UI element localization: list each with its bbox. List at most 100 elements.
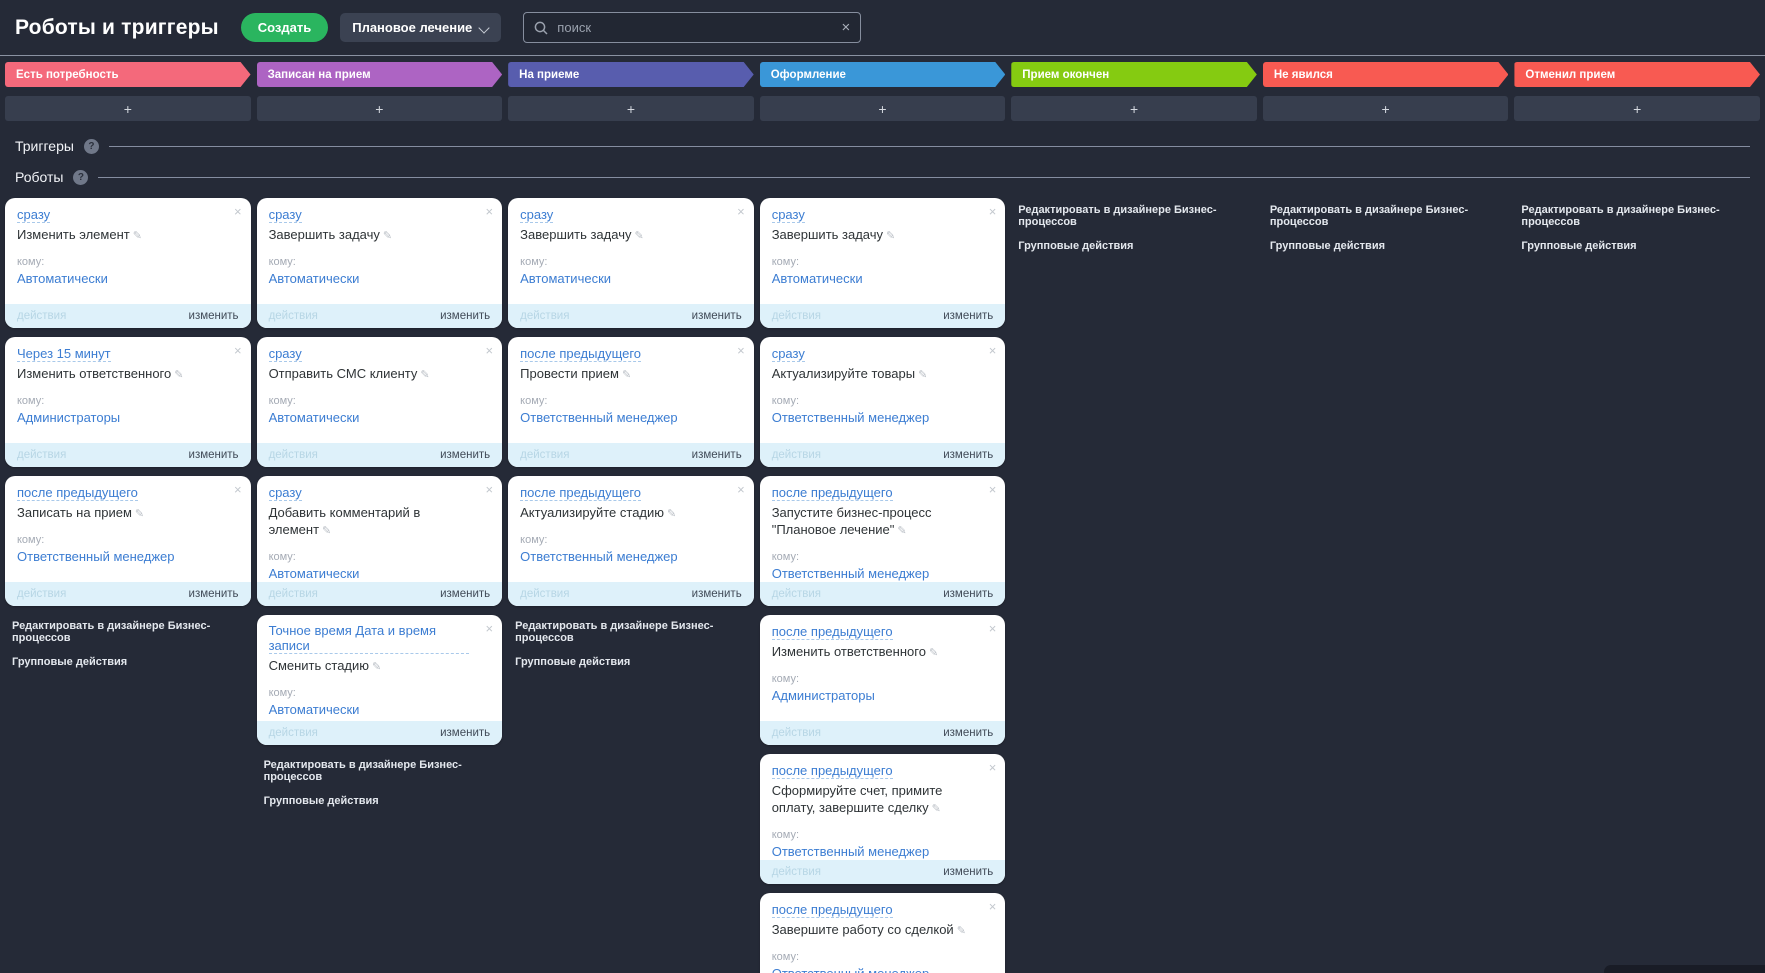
robot-trigger-link[interactable]: после предыдущего [771,624,893,640]
robot-actions-link[interactable]: действия [772,866,821,878]
pencil-icon[interactable]: ✎ [133,230,142,242]
robot-trigger-link[interactable]: сразу [268,207,302,223]
robot-recipient-link[interactable]: Автоматически [772,271,863,286]
robot-trigger-link[interactable]: Через 15 минут [17,346,111,362]
robot-recipient-link[interactable]: Администраторы [772,688,875,703]
search-input[interactable] [557,20,833,35]
robot-edit-link[interactable]: изменить [189,310,239,322]
robot-recipient-link[interactable]: Ответственный менеджер [772,566,930,581]
robot-recipient-link[interactable]: Ответственный менеджер [17,549,175,564]
robot-trigger-link[interactable]: после предыдущего [771,763,893,779]
close-icon[interactable]: × [486,483,494,496]
pencil-icon[interactable]: ✎ [929,647,938,659]
pencil-icon[interactable]: ✎ [886,230,895,242]
pencil-icon[interactable]: ✎ [372,661,381,673]
robot-trigger-link[interactable]: сразу [771,207,805,223]
pencil-icon[interactable]: ✎ [383,230,392,242]
robot-trigger-link[interactable]: сразу [520,207,554,223]
pencil-icon[interactable]: ✎ [322,525,331,537]
robot-recipient-link[interactable]: Автоматически [269,566,360,581]
pencil-icon[interactable]: ✎ [135,508,144,520]
robot-actions-link[interactable]: действия [520,310,569,322]
pencil-icon[interactable]: ✎ [897,525,906,537]
robot-trigger-link[interactable]: Точное время Дата и время записи [268,623,469,654]
create-button[interactable]: Создать [240,13,329,42]
robot-recipient-link[interactable]: Ответственный менеджер [772,410,930,425]
stage-header-5[interactable]: Прием окончен [1011,62,1257,87]
add-robot-button-7[interactable]: + [1514,96,1760,121]
stage-header-4[interactable]: Оформление [760,62,1006,87]
close-icon[interactable]: × [989,483,997,496]
robot-actions-link[interactable]: действия [269,727,318,739]
robot-recipient-link[interactable]: Администраторы [17,410,120,425]
stage-header-7[interactable]: Отменил прием [1514,62,1760,87]
group-actions-link[interactable]: Групповые действия [264,795,503,807]
robot-edit-link[interactable]: изменить [943,866,993,878]
robot-actions-link[interactable]: действия [17,449,66,461]
stage-header-3[interactable]: На приеме [508,62,754,87]
close-icon[interactable]: × [486,622,494,635]
group-actions-link[interactable]: Групповые действия [1521,240,1760,252]
robot-edit-link[interactable]: изменить [440,588,490,600]
robot-trigger-link[interactable]: после предыдущего [771,485,893,501]
robot-recipient-link[interactable]: Ответственный менеджер [772,844,930,859]
close-icon[interactable]: × [989,761,997,774]
stage-header-1[interactable]: Есть потребность [5,62,251,87]
robot-edit-link[interactable]: изменить [943,588,993,600]
pencil-icon[interactable]: ✎ [174,369,183,381]
robot-actions-link[interactable]: действия [772,727,821,739]
search-clear-icon[interactable]: × [842,20,851,35]
robot-trigger-link[interactable]: сразу [17,207,51,223]
designer-link[interactable]: Редактировать в дизайнере Бизнес-процесс… [1521,204,1760,228]
robot-edit-link[interactable]: изменить [440,310,490,322]
pencil-icon[interactable]: ✎ [932,803,941,815]
close-icon[interactable]: × [486,344,494,357]
close-icon[interactable]: × [737,483,745,496]
robot-edit-link[interactable]: изменить [440,449,490,461]
add-robot-button-3[interactable]: + [508,96,754,121]
robot-actions-link[interactable]: действия [520,449,569,461]
robot-trigger-link[interactable]: после предыдущего [520,346,642,362]
robot-recipient-link[interactable]: Автоматически [269,702,360,717]
robot-trigger-link[interactable]: сразу [771,346,805,362]
add-robot-button-5[interactable]: + [1011,96,1257,121]
robot-trigger-link[interactable]: после предыдущего [520,485,642,501]
close-icon[interactable]: × [989,622,997,635]
pencil-icon[interactable]: ✎ [667,508,676,520]
robot-trigger-link[interactable]: после предыдущего [771,902,893,918]
pencil-icon[interactable]: ✎ [634,230,643,242]
robot-edit-link[interactable]: изменить [692,588,742,600]
robot-recipient-link[interactable]: Автоматически [269,271,360,286]
robots-help-icon[interactable]: ? [73,169,89,185]
robot-edit-link[interactable]: изменить [692,310,742,322]
close-icon[interactable]: × [989,900,997,913]
close-icon[interactable]: × [989,205,997,218]
robot-actions-link[interactable]: действия [772,588,821,600]
robot-edit-link[interactable]: изменить [189,588,239,600]
pencil-icon[interactable]: ✎ [957,925,966,937]
designer-link[interactable]: Редактировать в дизайнере Бизнес-процесс… [515,620,754,644]
group-actions-link[interactable]: Групповые действия [1018,240,1257,252]
robot-edit-link[interactable]: изменить [440,727,490,739]
group-actions-link[interactable]: Групповые действия [515,656,754,668]
robot-actions-link[interactable]: действия [772,310,821,322]
robot-recipient-link[interactable]: Ответственный менеджер [772,966,930,973]
robot-recipient-link[interactable]: Автоматически [520,271,611,286]
robot-trigger-link[interactable]: сразу [268,346,302,362]
close-icon[interactable]: × [989,344,997,357]
pipeline-selector[interactable]: Плановое лечение [340,13,502,42]
close-icon[interactable]: × [737,205,745,218]
add-robot-button-1[interactable]: + [5,96,251,121]
robot-edit-link[interactable]: изменить [943,727,993,739]
robot-edit-link[interactable]: изменить [943,449,993,461]
designer-link[interactable]: Редактировать в дизайнере Бизнес-процесс… [1018,204,1257,228]
close-icon[interactable]: × [234,344,242,357]
robot-edit-link[interactable]: изменить [692,449,742,461]
designer-link[interactable]: Редактировать в дизайнере Бизнес-процесс… [12,620,251,644]
robot-trigger-link[interactable]: после предыдущего [17,485,138,501]
robot-actions-link[interactable]: действия [772,449,821,461]
robot-actions-link[interactable]: действия [269,310,318,322]
group-actions-link[interactable]: Групповые действия [12,656,251,668]
robot-edit-link[interactable]: изменить [943,310,993,322]
group-actions-link[interactable]: Групповые действия [1270,240,1509,252]
